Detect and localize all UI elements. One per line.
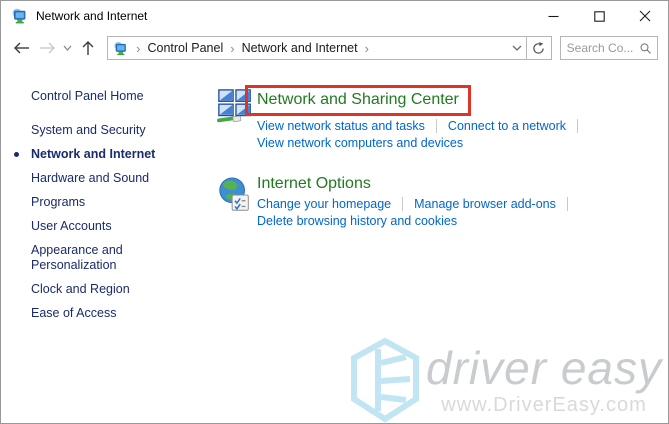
- close-button[interactable]: [622, 1, 668, 31]
- link-separator: [436, 119, 437, 133]
- sidebar-item-control-panel-home[interactable]: Control Panel Home: [31, 89, 181, 104]
- change-homepage-link[interactable]: Change your homepage: [257, 197, 391, 211]
- internet-options-link[interactable]: Internet Options: [257, 174, 371, 194]
- connect-to-network-link[interactable]: Connect to a network: [448, 119, 566, 133]
- up-button[interactable]: [76, 35, 101, 61]
- main-panel: Network and Sharing Center View network …: [216, 65, 668, 252]
- sidebar-item-user-accounts[interactable]: User Accounts: [31, 219, 181, 234]
- internet-options-section: Internet Options Change your homepage Ma…: [216, 174, 668, 228]
- breadcrumb-network-and-internet[interactable]: Network and Internet: [238, 39, 362, 57]
- recent-pages-chevron-icon: [63, 45, 72, 51]
- recent-pages-button[interactable]: [60, 35, 76, 61]
- watermark-brand: driver easy: [426, 344, 662, 392]
- breadcrumb-chevron-icon: ›: [362, 41, 372, 56]
- sidebar-item-clock-and-region[interactable]: Clock and Region: [31, 282, 181, 297]
- refresh-icon: [532, 42, 545, 55]
- internet-options-globe-icon: [216, 176, 254, 216]
- sidebar-item-hardware-and-sound[interactable]: Hardware and Sound: [31, 171, 181, 186]
- search-input[interactable]: [567, 41, 640, 55]
- address-bar[interactable]: › Control Panel › Network and Internet ›: [107, 36, 527, 60]
- sidebar-item-appearance-and-personalization[interactable]: Appearance and Personalization: [31, 243, 181, 273]
- delete-history-link[interactable]: Delete browsing history and cookies: [257, 214, 457, 228]
- search-box[interactable]: [560, 36, 658, 60]
- navigation-toolbar: › Control Panel › Network and Internet ›: [1, 31, 668, 65]
- watermark-url: www.DriverEasy.com: [441, 394, 646, 416]
- active-bullet-icon: [14, 152, 19, 157]
- driver-easy-watermark: driver easy www.DriverEasy.com: [348, 337, 662, 423]
- breadcrumb-chevron-icon: ›: [227, 41, 237, 56]
- sidebar-item-ease-of-access[interactable]: Ease of Access: [31, 306, 181, 321]
- magnifier-icon: [640, 42, 651, 55]
- driver-easy-logo-icon: [348, 337, 422, 423]
- link-separator: [567, 197, 568, 211]
- network-sharing-center-link[interactable]: Network and Sharing Center: [257, 90, 459, 110]
- title-bar: Network and Internet: [1, 1, 668, 31]
- view-network-status-link[interactable]: View network status and tasks: [257, 119, 425, 133]
- refresh-button[interactable]: [527, 36, 552, 60]
- annotation-highlight-box: Network and Sharing Center: [245, 85, 471, 116]
- window-title: Network and Internet: [36, 9, 147, 23]
- forward-button[interactable]: [34, 35, 59, 61]
- minimize-button[interactable]: [530, 1, 576, 31]
- breadcrumb-chevron-icon: ›: [133, 41, 143, 56]
- network-window-icon: [11, 8, 29, 24]
- forward-arrow-icon: [39, 42, 56, 54]
- sidebar-item-programs[interactable]: Programs: [31, 195, 181, 210]
- sidebar-item-network-and-internet[interactable]: Network and Internet: [31, 147, 181, 162]
- maximize-icon: [594, 11, 605, 22]
- sidebar-item-system-and-security[interactable]: System and Security: [31, 123, 181, 138]
- link-separator: [402, 197, 403, 211]
- control-panel-icon: [113, 41, 129, 56]
- back-button[interactable]: [9, 35, 34, 61]
- up-arrow-icon: [82, 40, 94, 56]
- breadcrumb-control-panel[interactable]: Control Panel: [143, 39, 227, 57]
- address-dropdown-chevron-icon[interactable]: [512, 45, 522, 51]
- network-sharing-section: Network and Sharing Center View network …: [216, 85, 668, 150]
- back-arrow-icon: [13, 42, 30, 54]
- link-separator: [577, 119, 578, 133]
- maximize-button[interactable]: [576, 1, 622, 31]
- minimize-icon: [548, 11, 559, 22]
- view-network-computers-link[interactable]: View network computers and devices: [257, 136, 463, 150]
- sidebar: Control Panel Home System and Security N…: [1, 65, 216, 330]
- close-icon: [639, 10, 651, 22]
- manage-addons-link[interactable]: Manage browser add-ons: [414, 197, 556, 211]
